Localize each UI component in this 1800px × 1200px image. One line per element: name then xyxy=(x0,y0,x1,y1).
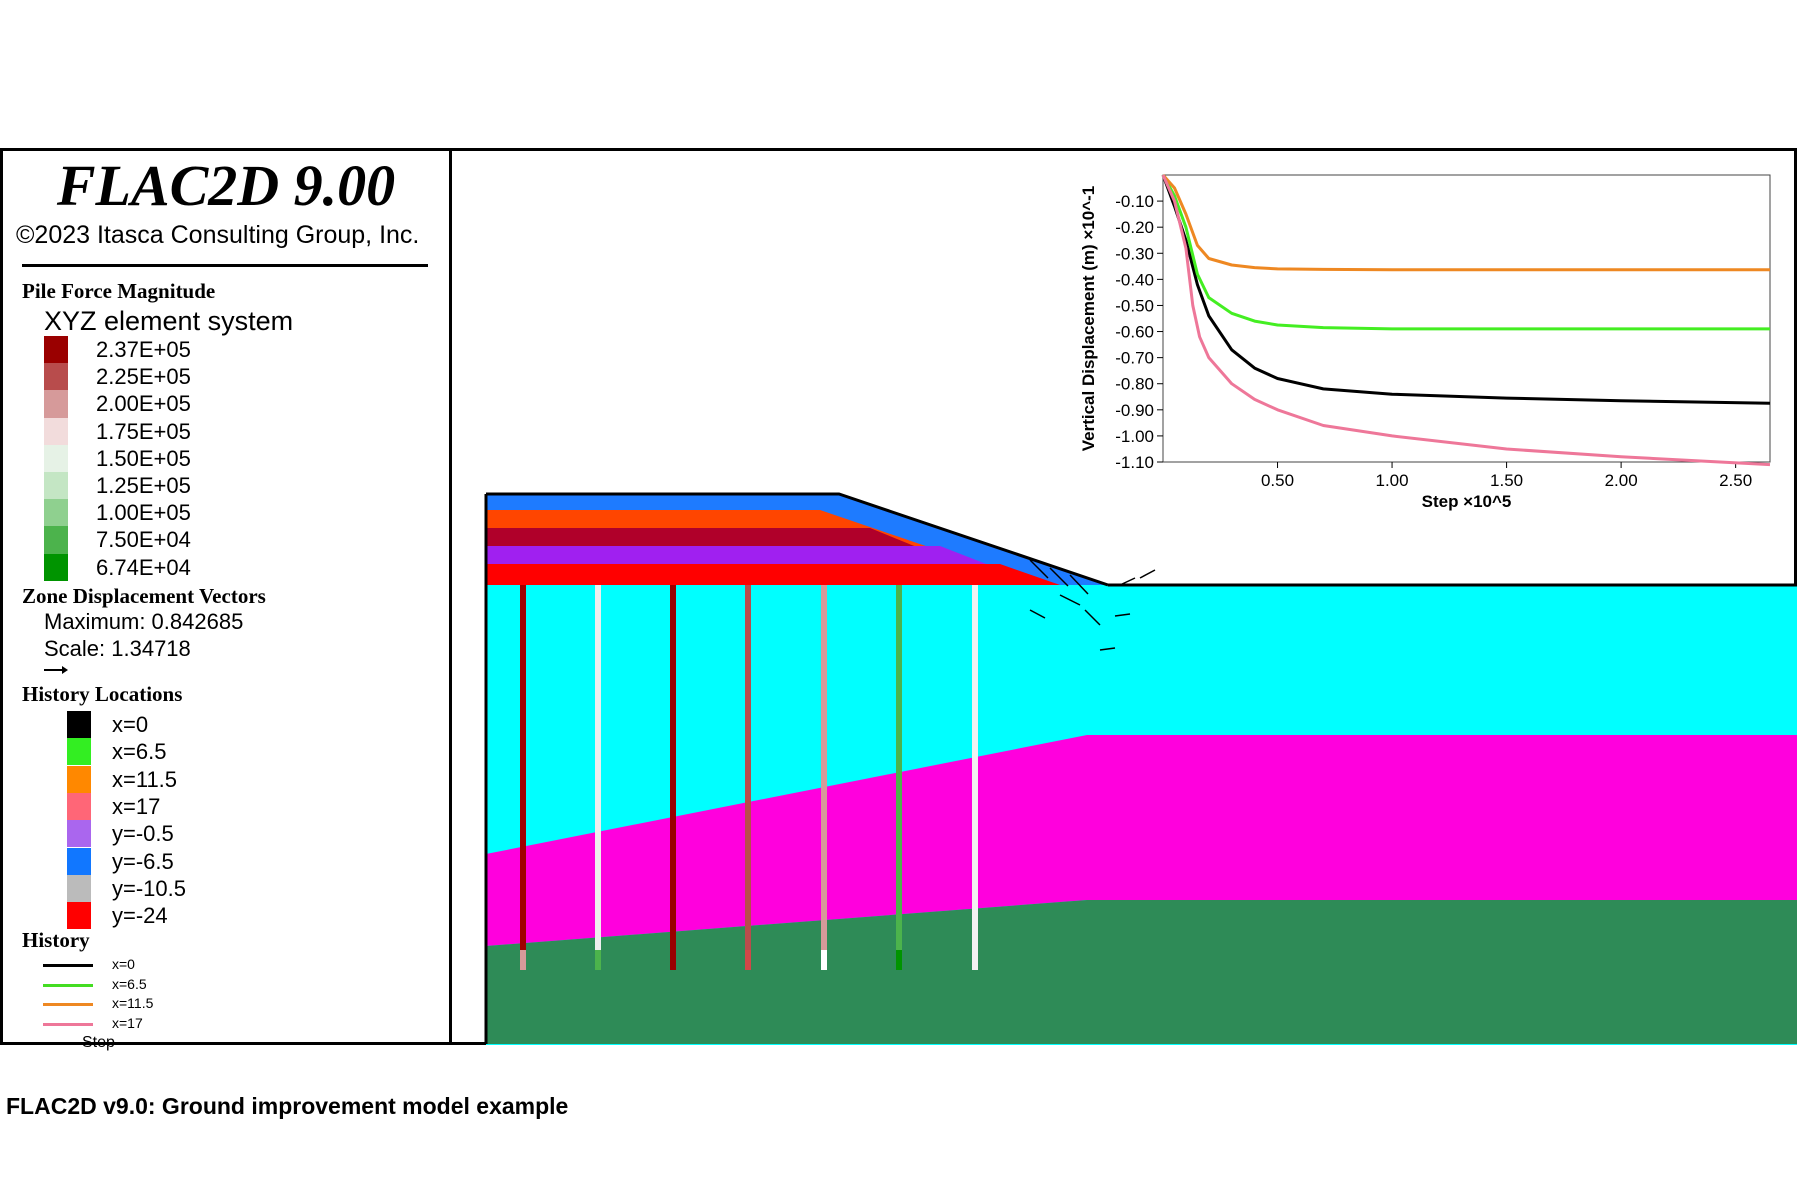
y-tick-label: -0.80 xyxy=(1115,375,1154,394)
figure-caption: FLAC2D v9.0: Ground improvement model ex… xyxy=(6,1093,569,1119)
pile xyxy=(821,585,827,970)
pile xyxy=(670,585,676,970)
pile xyxy=(896,585,902,970)
y-tick-label: -1.00 xyxy=(1115,427,1154,446)
x-tick-label: 0.50 xyxy=(1261,471,1294,490)
embankment-layer-5 xyxy=(486,564,1060,585)
y-tick-label: -1.10 xyxy=(1115,453,1154,472)
y-tick-label: -0.90 xyxy=(1115,401,1154,420)
y-tick-label: -0.40 xyxy=(1115,270,1154,289)
x-tick-label: 1.00 xyxy=(1376,471,1409,490)
x-tick-label: 1.50 xyxy=(1490,471,1523,490)
y-tick-label: -0.60 xyxy=(1115,323,1154,342)
displacement-vector xyxy=(1139,569,1156,579)
chart-plot-area xyxy=(1162,174,1771,463)
pile-tip xyxy=(595,950,601,970)
y-tick-label: -0.10 xyxy=(1115,192,1154,211)
pile xyxy=(745,585,751,970)
pile xyxy=(520,585,526,970)
pile xyxy=(972,585,978,970)
pile-tip xyxy=(821,950,827,970)
pile-tip xyxy=(670,950,676,970)
x-tick-label: 2.50 xyxy=(1719,471,1752,490)
y-tick-label: -0.20 xyxy=(1115,218,1154,237)
pile-tip xyxy=(520,950,526,970)
pile-tip xyxy=(745,950,751,970)
pile-tip xyxy=(972,950,978,970)
y-tick-label: -0.70 xyxy=(1115,349,1154,368)
y-axis-label: Vertical Displacement (m) ×10^-1 xyxy=(1079,186,1098,452)
history-chart: -0.10 -0.20 -0.30 -0.40 -0.50 -0.60 -0.70 -0.80… xyxy=(1079,174,1771,511)
x-axis-label: Step ×10^5 xyxy=(1422,492,1512,511)
pile-tip xyxy=(896,950,902,970)
x-tick-label: 2.00 xyxy=(1605,471,1638,490)
y-tick-label: -0.30 xyxy=(1115,244,1154,263)
pile xyxy=(595,585,601,970)
model-canvas: -0.10 -0.20 -0.30 -0.40 -0.50 -0.60 -0.70 -0.80… xyxy=(484,174,1797,1045)
y-tick-label: -0.50 xyxy=(1115,296,1154,315)
